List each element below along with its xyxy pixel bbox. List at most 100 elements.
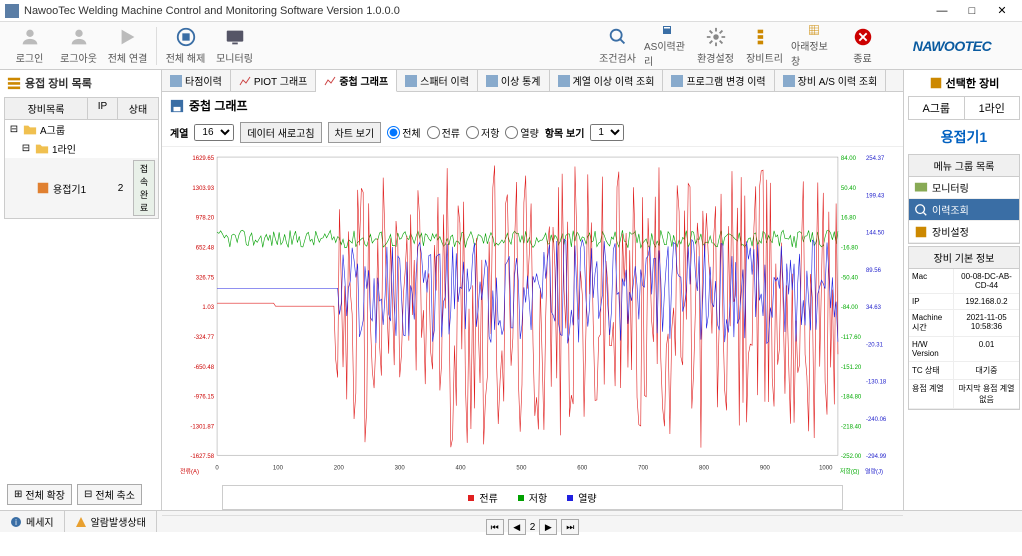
opt-all[interactable]: 전체	[387, 125, 420, 140]
nawootec-logo: NAWOOTEC	[897, 31, 1007, 61]
equip-tree-button[interactable]: 장비트리	[742, 24, 787, 68]
svg-text:1000: 1000	[819, 465, 833, 471]
exit-button[interactable]: 종료	[840, 24, 885, 68]
tab-spot-history[interactable]: 타점이력	[162, 70, 231, 91]
menu-setting[interactable]: 장비설정	[909, 221, 1019, 243]
selected-title: 선택한 장비	[906, 72, 1022, 94]
view-chart-button[interactable]: 차트 보기	[328, 122, 382, 143]
sub-info-button[interactable]: 아래정보창	[791, 24, 836, 68]
series-select[interactable]: 16	[194, 124, 234, 141]
history-icon	[914, 203, 928, 217]
overlap-chart: -1627.58-1301.87-976.15-650.48-324.771.0…	[172, 152, 893, 475]
connect-all-button[interactable]: 전체 연결	[105, 24, 150, 68]
tree-line-row[interactable]: ⊟ 1라인	[5, 139, 158, 158]
chart-title-bar: 중첩 그래프	[162, 92, 903, 119]
chart-controls: 계열 16 데이터 새로고침 차트 보기 전체 전류 저항 열량 항목 보기 1	[162, 119, 903, 147]
svg-text:84.00: 84.00	[841, 156, 857, 162]
legend-heat: 열량	[567, 490, 596, 505]
legend-current: 전류	[468, 490, 497, 505]
svg-text:1629.65: 1629.65	[192, 156, 214, 162]
pager-next[interactable]: ▶	[539, 519, 557, 535]
svg-text:-184.80: -184.80	[841, 395, 862, 401]
tree-group-row[interactable]: ⊟ A그룹	[5, 120, 158, 139]
svg-text:326.75: 326.75	[196, 275, 215, 281]
svg-text:-117.60: -117.60	[841, 335, 862, 341]
pager-prev[interactable]: ◀	[508, 519, 526, 535]
tab-series-abnormal[interactable]: 계열 이상 이력 조회	[550, 70, 664, 91]
main-toolbar: 로그인 로그아웃 전체 연결 전체 해제 모니터링 조건검사 AS이력관리 환경…	[0, 22, 1022, 70]
menu-history[interactable]: 이력조회	[909, 199, 1019, 221]
maximize-button[interactable]: □	[957, 1, 987, 21]
breadcrumb: A그룹 1라인	[908, 96, 1020, 120]
svg-text:-1627.58: -1627.58	[190, 454, 214, 460]
tab-equip-as[interactable]: 장비 A/S 이력 조회	[775, 70, 887, 91]
opt-heat[interactable]: 열량	[505, 125, 538, 140]
minimize-button[interactable]: —	[927, 1, 957, 21]
monitor-icon	[914, 181, 928, 195]
svg-text:144.50: 144.50	[866, 231, 885, 237]
svg-text:열량(J): 열량(J)	[865, 467, 883, 475]
save-icon[interactable]	[170, 99, 184, 113]
svg-text:900: 900	[760, 465, 771, 471]
svg-text:199.43: 199.43	[866, 193, 885, 199]
collapse-all-button[interactable]: ⊟전체 축소	[77, 484, 142, 505]
svg-text:89.56: 89.56	[866, 268, 882, 274]
info-title: 장비 기본 정보	[909, 247, 1019, 269]
center-panel: 타점이력 PIOT 그래프 중첩 그래프 스패터 이력 이상 통계 계열 이상 …	[162, 70, 904, 510]
opt-resist[interactable]: 저항	[466, 125, 499, 140]
as-history-button[interactable]: AS이력관리	[644, 24, 689, 68]
device-icon	[929, 76, 943, 90]
tab-piot-graph[interactable]: PIOT 그래프	[231, 70, 317, 91]
svg-text:-240.06: -240.06	[866, 417, 887, 423]
svg-text:34.63: 34.63	[866, 305, 882, 311]
tree-device-row[interactable]: 용접기1 2 접속완료	[5, 158, 158, 218]
refresh-button[interactable]: 데이터 새로고침	[240, 122, 321, 143]
svg-text:-324.77: -324.77	[194, 335, 215, 341]
equipment-list-panel: 용접 장비 목록 장비목록 IP 상태 ⊟ A그룹 ⊟ 1라인 용접기1 2 접…	[0, 70, 162, 510]
opt-current[interactable]: 전류	[427, 125, 460, 140]
tab-abnormal-stats[interactable]: 이상 통계	[478, 70, 550, 91]
col-ip: IP	[88, 98, 118, 119]
collapse-icon: ⊟	[84, 489, 92, 500]
svg-text:800: 800	[699, 465, 710, 471]
svg-text:500: 500	[516, 465, 527, 471]
svg-text:-294.99: -294.99	[866, 454, 887, 460]
svg-text:-50.40: -50.40	[841, 275, 859, 281]
login-button[interactable]: 로그인	[7, 24, 52, 68]
expand-icon[interactable]: ⊟	[20, 143, 32, 154]
series-label: 계열	[170, 125, 188, 140]
logout-button[interactable]: 로그아웃	[56, 24, 101, 68]
tab-strip: 타점이력 PIOT 그래프 중첩 그래프 스패터 이력 이상 통계 계열 이상 …	[162, 70, 903, 92]
tab-alarm[interactable]: 알람발생상태	[65, 511, 157, 532]
tab-program-change[interactable]: 프로그램 변경 이력	[663, 70, 774, 91]
disconnect-all-button[interactable]: 전체 해제	[163, 24, 208, 68]
equipment-list-title: 용접 장비 목록	[2, 72, 161, 94]
tab-spatter-history[interactable]: 스패터 이력	[397, 70, 478, 91]
svg-text:300: 300	[395, 465, 406, 471]
app-icon	[5, 4, 19, 18]
svg-text:600: 600	[577, 465, 588, 471]
menu-monitoring[interactable]: 모니터링	[909, 177, 1019, 199]
svg-text:-84.00: -84.00	[841, 305, 859, 311]
svg-text:-20.31: -20.31	[866, 342, 884, 348]
expand-icon: ⊞	[14, 489, 22, 500]
env-setting-button[interactable]: 환경설정	[693, 24, 738, 68]
pager-first[interactable]: ⏮	[486, 519, 504, 535]
svg-text:전류(A): 전류(A)	[180, 467, 199, 475]
svg-text:-130.18: -130.18	[866, 380, 887, 386]
tab-message[interactable]: i메세지	[0, 511, 65, 532]
svg-text:-252.00: -252.00	[841, 454, 862, 460]
pager-page: 2	[530, 522, 536, 533]
expand-all-button[interactable]: ⊞전체 확장	[7, 484, 72, 505]
close-button[interactable]: ✕	[987, 1, 1017, 21]
bc-group: A그룹	[909, 97, 965, 119]
selected-device-panel: 선택한 장비 A그룹 1라인 용접기1 메뉴 그룹 목록 모니터링 이력조회 장…	[904, 70, 1022, 510]
monitoring-button[interactable]: 모니터링	[212, 24, 257, 68]
item-select[interactable]: 1	[590, 124, 624, 141]
svg-text:16.80: 16.80	[841, 216, 857, 222]
tab-overlap-graph[interactable]: 중첩 그래프	[316, 70, 397, 92]
pager-last[interactable]: ⏭	[561, 519, 579, 535]
expand-icon[interactable]: ⊟	[8, 124, 20, 135]
svg-text:400: 400	[456, 465, 467, 471]
cond-check-button[interactable]: 조건검사	[595, 24, 640, 68]
